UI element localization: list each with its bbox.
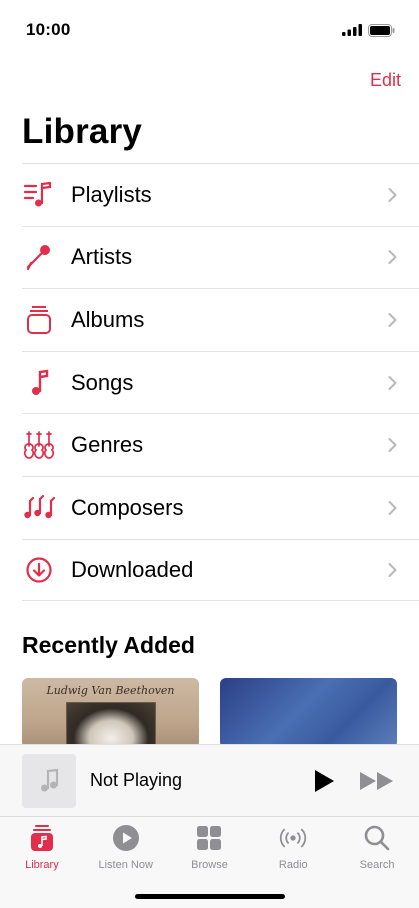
- now-playing-title: Not Playing: [90, 770, 183, 790]
- status-time: 10:00: [26, 20, 71, 39]
- play-circle-icon: [111, 823, 141, 853]
- chevron-right-icon: [388, 187, 397, 202]
- chevron-right-icon: [388, 562, 397, 577]
- recently-added-title: Recently Added: [22, 632, 195, 658]
- library-icon: [27, 823, 57, 853]
- album-art-text: Ludwig Van Beethoven: [46, 684, 175, 697]
- library-item-label: Genres: [71, 432, 144, 458]
- next-track-button[interactable]: [357, 766, 397, 796]
- tab-search[interactable]: Search: [335, 817, 419, 908]
- fast-forward-icon: [360, 771, 393, 790]
- chevron-right-icon: [388, 250, 397, 265]
- edit-button[interactable]: Edit: [370, 70, 401, 91]
- play-icon: [315, 769, 334, 792]
- library-item-label: Songs: [71, 369, 134, 395]
- library-item-genres[interactable]: Genres: [22, 413, 419, 476]
- status-bar: 10:00: [0, 0, 419, 60]
- tab-label: Library: [25, 859, 59, 871]
- tab-library[interactable]: Library: [0, 817, 84, 908]
- library-item-songs[interactable]: Songs: [22, 350, 419, 414]
- radio-icon: [278, 823, 308, 853]
- battery-icon: [368, 23, 395, 37]
- notes-icon: [22, 491, 56, 525]
- chevron-right-icon: [388, 375, 397, 390]
- tab-label: Radio: [278, 859, 308, 871]
- library-item-artists[interactable]: Artists: [22, 225, 419, 289]
- playlists-icon: [22, 178, 56, 212]
- library-item-label: Playlists: [71, 181, 152, 207]
- microphone-icon: [22, 240, 56, 274]
- grid-icon: [194, 823, 224, 853]
- library-list: Playlists Artists Albums Songs Genres Co…: [0, 163, 419, 602]
- library-item-label: Artists: [71, 244, 133, 270]
- status-icons: [342, 23, 395, 37]
- album-portrait: [66, 702, 156, 748]
- albums-icon: [22, 303, 56, 337]
- now-playing-artwork: [22, 753, 76, 808]
- music-note-icon: [22, 366, 56, 400]
- tab-label: Browse: [191, 859, 228, 871]
- chevron-right-icon: [388, 312, 397, 327]
- guitars-icon: [22, 428, 56, 462]
- library-item-label: Downloaded: [71, 556, 194, 582]
- chevron-right-icon: [388, 500, 397, 515]
- library-item-label: Composers: [71, 494, 184, 520]
- tab-label: Listen Now: [98, 859, 153, 871]
- home-indicator: [135, 894, 285, 899]
- download-icon: [22, 553, 56, 587]
- library-item-albums[interactable]: Albums: [22, 288, 419, 351]
- tab-label: Search: [359, 859, 395, 871]
- cellular-signal-icon: [342, 24, 362, 36]
- album-card[interactable]: [220, 678, 397, 748]
- search-icon: [362, 823, 392, 853]
- mini-player[interactable]: Not Playing: [0, 744, 419, 816]
- music-note-icon: [41, 768, 59, 791]
- play-button[interactable]: [309, 766, 339, 796]
- library-item-composers[interactable]: Composers: [22, 475, 419, 539]
- library-item-playlists[interactable]: Playlists: [22, 163, 419, 226]
- album-card[interactable]: Ludwig Van Beethoven: [22, 678, 199, 748]
- chevron-right-icon: [388, 438, 397, 453]
- library-item-downloaded[interactable]: Downloaded: [22, 538, 419, 602]
- page-title: Library: [22, 112, 143, 151]
- library-item-label: Albums: [71, 306, 145, 332]
